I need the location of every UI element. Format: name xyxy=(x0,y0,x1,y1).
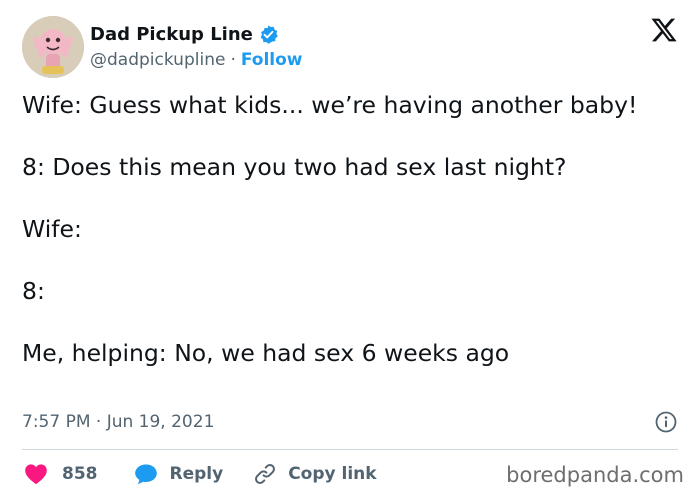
tweet-header: Dad Pickup Line @dadpickupline · Follow xyxy=(22,16,682,78)
separator-dot: · xyxy=(230,50,236,70)
handle-row: @dadpickupline · Follow xyxy=(90,50,303,70)
tweet-line: 8: xyxy=(22,277,45,305)
avatar[interactable] xyxy=(22,16,84,78)
heart-icon xyxy=(25,464,47,485)
copy-link-button[interactable]: Copy link xyxy=(253,462,377,486)
tweet-text: Wife: Guess what kids... we’re having an… xyxy=(22,90,682,369)
reply-bubble-icon xyxy=(134,464,157,485)
divider xyxy=(22,449,678,450)
watermark: boredpanda.com xyxy=(506,463,684,487)
tweet-timestamp[interactable]: 7:57 PM · Jun 19, 2021 xyxy=(22,412,214,432)
follow-button[interactable]: Follow xyxy=(241,50,303,70)
tweet-line: Wife: Guess what kids... we’re having an… xyxy=(22,91,638,119)
reply-label: Reply xyxy=(169,464,224,484)
like-button[interactable]: 858 xyxy=(24,463,98,485)
verified-badge-icon xyxy=(258,24,279,45)
name-row: Dad Pickup Line xyxy=(90,22,303,46)
tweet-line: Me, helping: No, we had sex 6 weeks ago xyxy=(22,339,510,367)
reply-button[interactable]: Reply xyxy=(134,463,224,485)
author-identity: Dad Pickup Line @dadpickupline · Follow xyxy=(90,22,303,71)
tweet-actions: 858 Reply Copy link xyxy=(24,460,377,488)
copy-link-label: Copy link xyxy=(288,464,377,484)
x-logo-icon[interactable] xyxy=(650,16,678,44)
tweet-card: Dad Pickup Line @dadpickupline · Follow … xyxy=(0,0,700,502)
like-count: 858 xyxy=(62,464,98,484)
author-display-name[interactable]: Dad Pickup Line xyxy=(90,24,253,45)
tweet-meta: 7:57 PM · Jun 19, 2021 xyxy=(22,409,678,435)
link-icon xyxy=(255,464,276,484)
tweet-line: 8: Does this mean you two had sex last n… xyxy=(22,153,567,181)
author-handle[interactable]: @dadpickupline xyxy=(90,50,225,70)
info-icon[interactable] xyxy=(654,410,678,434)
tweet-line: Wife: xyxy=(22,215,82,243)
